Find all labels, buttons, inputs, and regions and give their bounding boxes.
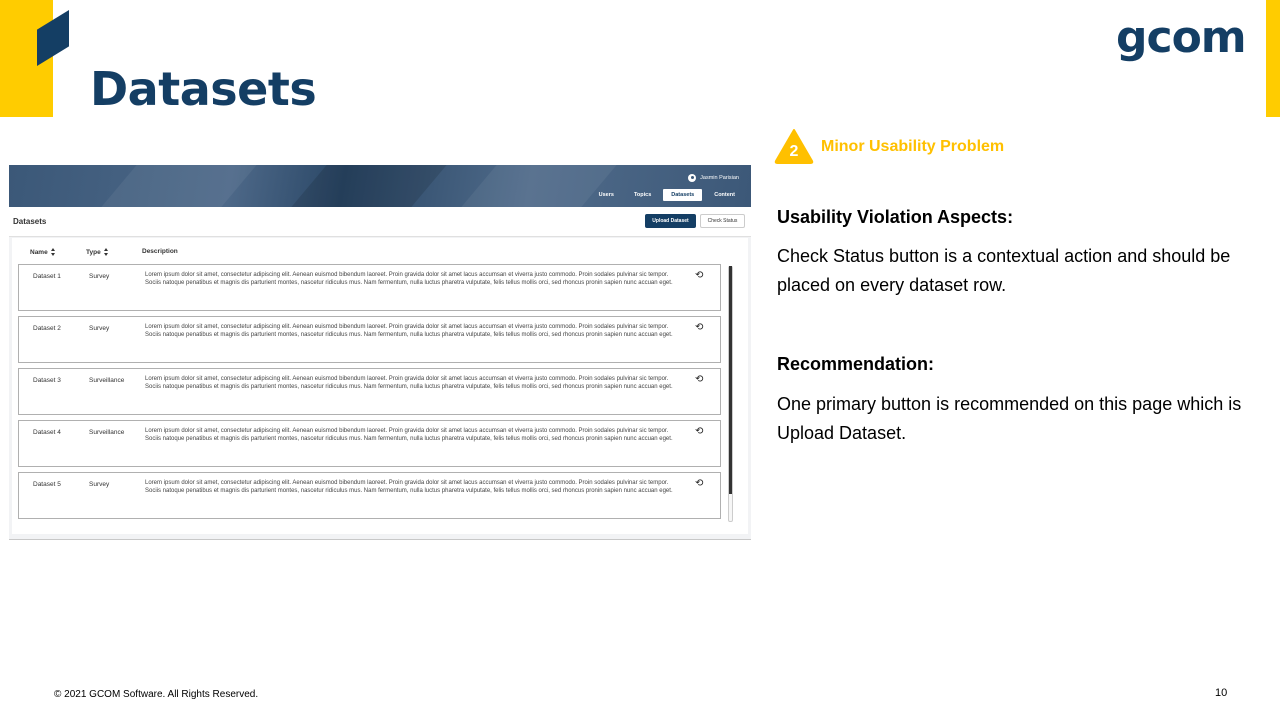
nav-tab-topics[interactable]: Topics — [626, 189, 659, 201]
cell-description: Lorem ipsum dolor sit amet, consectetur … — [145, 272, 673, 286]
cell-name: Dataset 1 — [33, 273, 61, 280]
app-header: Jasmin Parisian Users Topics Datasets Co… — [9, 165, 751, 207]
app-toolbar — [9, 207, 751, 237]
recommendation-text: One primary button is recommended on thi… — [777, 394, 1242, 443]
user-badge[interactable]: Jasmin Parisian — [688, 174, 739, 182]
dataset-table: Name Type Description Dataset 1 Survey L… — [12, 238, 748, 534]
cell-description: Lorem ipsum dolor sit amet, consectetur … — [145, 480, 673, 494]
header-facet — [101, 165, 257, 207]
slide-title: Datasets — [90, 62, 317, 116]
cell-type: Survey — [89, 273, 110, 280]
refresh-icon[interactable]: ⟲ — [695, 375, 703, 385]
nav-tab-users[interactable]: Users — [591, 189, 622, 201]
cell-name: Dataset 3 — [33, 377, 61, 384]
cell-name: Dataset 4 — [33, 429, 61, 436]
violation-heading: Usability Violation Aspects: — [777, 207, 1014, 227]
refresh-icon[interactable]: ⟲ — [695, 323, 703, 333]
table-row[interactable]: Dataset 3 Surveillance Lorem ipsum dolor… — [18, 368, 721, 415]
cell-type: Surveillance — [89, 429, 125, 436]
gcom-logo: gcom — [1116, 12, 1247, 63]
column-header-name-label: Name — [30, 248, 48, 256]
check-status-button[interactable]: Check Status — [700, 214, 745, 228]
column-header-description: Description — [142, 248, 178, 255]
warning-triangle-icon: 2 — [774, 128, 814, 164]
user-icon — [688, 174, 697, 182]
app-nav: Users Topics Datasets Content — [591, 189, 743, 201]
copyright-footer: © 2021 GCOM Software. All Rights Reserve… — [54, 689, 259, 700]
cell-description: Lorem ipsum dolor sit amet, consectetur … — [145, 428, 673, 442]
scrollbar-thumb[interactable] — [729, 266, 732, 494]
sort-icon[interactable] — [50, 248, 56, 256]
page-number: 10 — [1215, 687, 1228, 699]
column-header-type-label: Type — [86, 248, 101, 256]
user-name: Jasmin Parisian — [700, 175, 739, 181]
cell-type: Survey — [89, 481, 110, 488]
column-header-description-label: Description — [142, 248, 178, 255]
header-facet — [291, 165, 447, 207]
table-row[interactable]: Dataset 2 Survey Lorem ipsum dolor sit a… — [18, 316, 721, 363]
refresh-icon[interactable]: ⟲ — [695, 427, 703, 437]
violation-text: Check Status button is a contextual acti… — [777, 246, 1231, 295]
refresh-icon[interactable]: ⟲ — [695, 479, 703, 489]
cell-type: Surveillance — [89, 377, 125, 384]
yellow-right-bar — [1266, 0, 1280, 117]
app-page-title: Datasets — [13, 217, 47, 226]
cell-name: Dataset 5 — [33, 481, 61, 488]
cell-name: Dataset 2 — [33, 325, 61, 332]
upload-dataset-button[interactable]: Upload Dataset — [645, 214, 696, 228]
severity-label: Minor Usability Problem — [821, 138, 1005, 155]
column-header-name[interactable]: Name — [30, 248, 56, 256]
severity-number: 2 — [790, 143, 799, 160]
cell-type: Survey — [89, 325, 110, 332]
table-row[interactable]: Dataset 4 Surveillance Lorem ipsum dolor… — [18, 420, 721, 467]
sort-icon[interactable] — [103, 248, 109, 256]
dataset-screenshot: Jasmin Parisian Users Topics Datasets Co… — [9, 165, 751, 540]
refresh-icon[interactable]: ⟲ — [695, 271, 703, 281]
recommendation-heading: Recommendation: — [777, 354, 935, 374]
cell-description: Lorem ipsum dolor sit amet, consectetur … — [145, 324, 673, 338]
table-row[interactable]: Dataset 5 Survey Lorem ipsum dolor sit a… — [18, 472, 721, 519]
cell-description: Lorem ipsum dolor sit amet, consectetur … — [145, 376, 673, 390]
nav-tab-content[interactable]: Content — [706, 189, 743, 201]
column-header-type[interactable]: Type — [86, 248, 109, 256]
table-row[interactable]: Dataset 1 Survey Lorem ipsum dolor sit a… — [18, 264, 721, 311]
nav-tab-datasets[interactable]: Datasets — [663, 189, 703, 201]
